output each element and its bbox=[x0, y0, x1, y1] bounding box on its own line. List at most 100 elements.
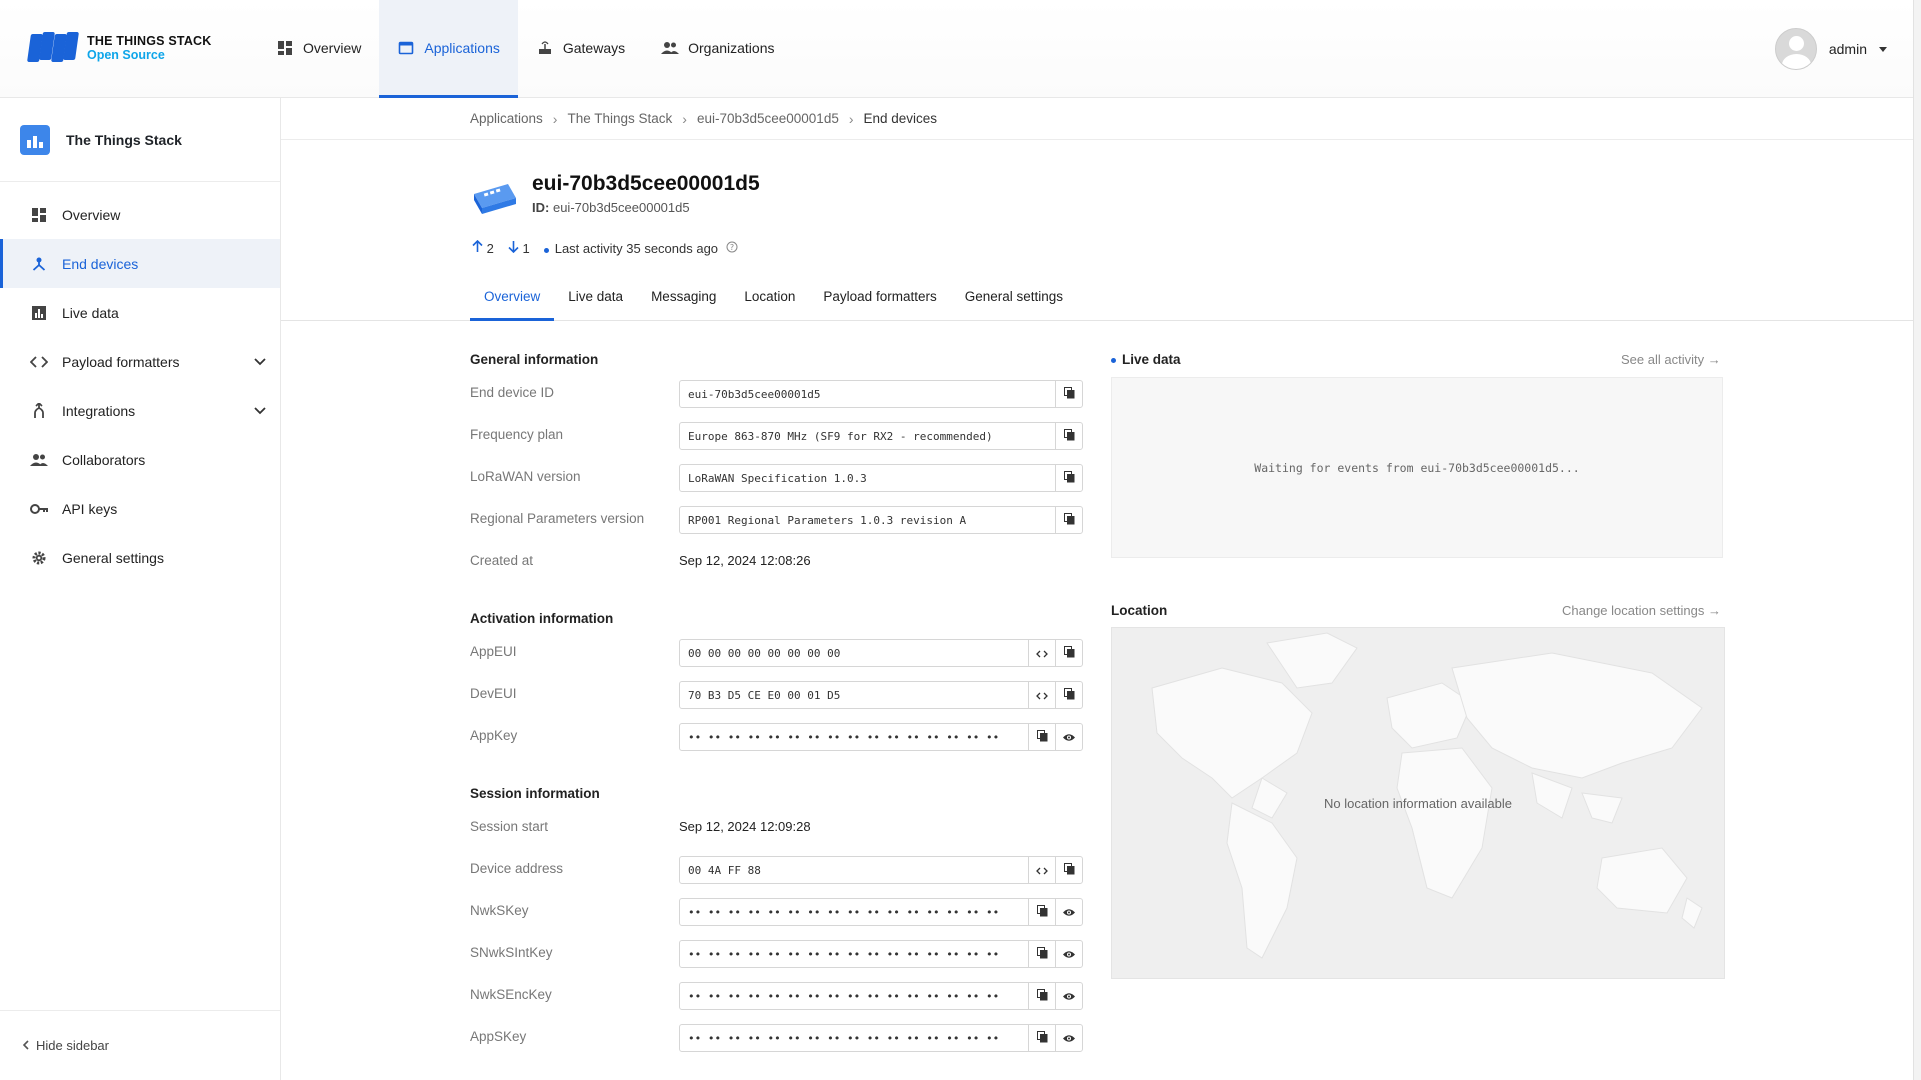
appkey-value[interactable]: •• •• •• •• •• •• •• •• •• •• •• •• •• •… bbox=[680, 724, 1028, 750]
change-location-settings-link[interactable]: Change location settings → bbox=[1562, 603, 1721, 618]
copy-button[interactable] bbox=[1055, 465, 1082, 491]
device-tabs: Overview Live data Messaging Location Pa… bbox=[281, 281, 1921, 321]
show-value-button[interactable] bbox=[1055, 1025, 1082, 1051]
lorawan-version-label: LoRaWAN version bbox=[470, 469, 581, 484]
show-value-button[interactable] bbox=[1055, 983, 1082, 1009]
bar-chart-icon bbox=[30, 304, 48, 322]
toggle-format-button[interactable] bbox=[1028, 857, 1055, 883]
deveui-value[interactable]: 70 B3 D5 CE E0 00 01 D5 bbox=[680, 682, 1028, 708]
deveui-field: 70 B3 D5 CE E0 00 01 D5 bbox=[679, 681, 1083, 709]
nwkskey-label: NwkSKey bbox=[470, 903, 529, 918]
toggle-format-button[interactable] bbox=[1028, 640, 1055, 666]
sidebar-item-label: Live data bbox=[62, 304, 119, 321]
lorawan-version-value[interactable]: LoRaWAN Specification 1.0.3 bbox=[680, 465, 1055, 491]
logo[interactable]: THE THINGS STACK Open Source bbox=[27, 30, 212, 66]
activation-information-title: Activation information bbox=[470, 611, 614, 626]
tab-live-data[interactable]: Live data bbox=[554, 281, 637, 321]
sidebar-header[interactable]: The Things Stack bbox=[0, 98, 280, 182]
show-value-button[interactable] bbox=[1055, 899, 1082, 925]
breadcrumb-application[interactable]: The Things Stack bbox=[567, 111, 672, 126]
code-icon bbox=[1036, 646, 1048, 661]
copy-icon bbox=[1063, 386, 1075, 402]
show-value-button[interactable] bbox=[1055, 941, 1082, 967]
downlink-count-value: 1 bbox=[522, 241, 530, 256]
frequency-plan-value[interactable]: Europe 863-870 MHz (SF9 for RX2 - recomm… bbox=[680, 423, 1055, 449]
topnav-organizations[interactable]: Organizations bbox=[643, 0, 792, 98]
avatar bbox=[1774, 28, 1817, 70]
topnav-organizations-label: Organizations bbox=[688, 39, 775, 56]
nwksenckey-field: •• •• •• •• •• •• •• •• •• •• •• •• •• •… bbox=[679, 982, 1083, 1010]
copy-button[interactable] bbox=[1055, 381, 1082, 407]
sidebar-item-label: API keys bbox=[62, 500, 118, 517]
regional-parameters-field: RP001 Regional Parameters 1.0.3 revision… bbox=[679, 506, 1083, 534]
topnav-applications[interactable]: Applications bbox=[379, 0, 518, 98]
show-value-button[interactable] bbox=[1055, 724, 1082, 750]
tab-payload-formatters[interactable]: Payload formatters bbox=[809, 281, 950, 321]
sidebar-item-api-keys[interactable]: API keys bbox=[0, 484, 280, 533]
copy-button[interactable] bbox=[1055, 857, 1082, 883]
user-menu[interactable]: admin bbox=[1774, 28, 1887, 70]
application-icon bbox=[20, 124, 50, 155]
end-device-icon bbox=[470, 178, 518, 218]
copy-icon bbox=[1036, 988, 1048, 1004]
tab-general-settings[interactable]: General settings bbox=[951, 281, 1077, 321]
appeui-value[interactable]: 00 00 00 00 00 00 00 00 bbox=[680, 640, 1028, 666]
chevron-right-icon: › bbox=[848, 110, 854, 127]
copy-button[interactable] bbox=[1055, 423, 1082, 449]
sidebar-item-end-devices[interactable]: End devices bbox=[0, 239, 280, 288]
location-title: Location bbox=[1111, 603, 1168, 618]
snwksintkey-value[interactable]: •• •• •• •• •• •• •• •• •• •• •• •• •• •… bbox=[680, 941, 1028, 967]
arrow-up-icon bbox=[472, 239, 483, 256]
copy-button[interactable] bbox=[1028, 983, 1055, 1009]
topnav-gateways-label: Gateways bbox=[562, 39, 626, 56]
copy-button[interactable] bbox=[1028, 1025, 1055, 1051]
sidebar-item-general-settings[interactable]: General settings bbox=[0, 533, 280, 582]
end-device-id-label: End device ID bbox=[470, 385, 555, 400]
copy-button[interactable] bbox=[1055, 682, 1082, 708]
device-id: ID: eui-70b3d5cee00001d5 bbox=[532, 200, 760, 215]
help-icon[interactable]: ? bbox=[726, 241, 738, 256]
sidebar-item-payload-formatters[interactable]: Payload formatters bbox=[0, 337, 280, 386]
session-information-title: Session information bbox=[470, 786, 600, 801]
live-data-panel: Waiting for events from eui-70b3d5cee000… bbox=[1111, 377, 1723, 558]
see-all-activity-link[interactable]: See all activity → bbox=[1621, 352, 1721, 367]
regional-parameters-value[interactable]: RP001 Regional Parameters 1.0.3 revision… bbox=[680, 507, 1055, 533]
sidebar-item-live-data[interactable]: Live data bbox=[0, 288, 280, 337]
scrollbar[interactable] bbox=[1913, 0, 1921, 1080]
sidebar-item-label: General settings bbox=[62, 549, 164, 566]
end-device-id-value[interactable]: eui-70b3d5cee00001d5 bbox=[680, 381, 1055, 407]
uplink-count-value: 2 bbox=[486, 241, 494, 256]
sidebar-item-integrations[interactable]: Integrations bbox=[0, 386, 280, 435]
copy-icon bbox=[1063, 512, 1075, 528]
device-stats: 2 1 Last activity 35 seconds ago ? bbox=[472, 239, 738, 256]
top-nav: Overview Applications Gateways Organizat… bbox=[258, 0, 793, 98]
tab-overview[interactable]: Overview bbox=[470, 281, 555, 321]
breadcrumb-applications[interactable]: Applications bbox=[470, 111, 543, 126]
topnav-gateways[interactable]: Gateways bbox=[518, 0, 643, 98]
snwksintkey-label: SNwkSIntKey bbox=[470, 945, 553, 960]
copy-button[interactable] bbox=[1028, 724, 1055, 750]
topnav-applications-label: Applications bbox=[424, 39, 500, 56]
topnav-overview[interactable]: Overview bbox=[258, 0, 379, 98]
live-dot-icon bbox=[1111, 357, 1116, 363]
device-address-value[interactable]: 00 4A FF 88 bbox=[680, 857, 1028, 883]
copy-button[interactable] bbox=[1028, 941, 1055, 967]
live-data-title-text: Live data bbox=[1122, 352, 1181, 367]
copy-button[interactable] bbox=[1028, 899, 1055, 925]
tab-messaging[interactable]: Messaging bbox=[637, 281, 730, 321]
toggle-format-button[interactable] bbox=[1028, 682, 1055, 708]
sidebar-item-overview[interactable]: Overview bbox=[0, 190, 280, 239]
copy-button[interactable] bbox=[1055, 507, 1082, 533]
chevron-down-icon bbox=[254, 353, 266, 369]
general-information-title: General information bbox=[470, 352, 599, 367]
nwksenckey-value[interactable]: •• •• •• •• •• •• •• •• •• •• •• •• •• •… bbox=[680, 983, 1028, 1009]
tab-location[interactable]: Location bbox=[730, 281, 809, 321]
copy-button[interactable] bbox=[1055, 640, 1082, 666]
appskey-value[interactable]: •• •• •• •• •• •• •• •• •• •• •• •• •• •… bbox=[680, 1025, 1028, 1051]
breadcrumb-device[interactable]: eui-70b3d5cee00001d5 bbox=[697, 111, 839, 126]
topnav-overview-label: Overview bbox=[303, 39, 362, 56]
hide-sidebar-button[interactable]: Hide sidebar bbox=[0, 1010, 280, 1080]
chevron-right-icon: › bbox=[552, 110, 558, 127]
sidebar-item-collaborators[interactable]: Collaborators bbox=[0, 435, 280, 484]
nwkskey-value[interactable]: •• •• •• •• •• •• •• •• •• •• •• •• •• •… bbox=[680, 899, 1028, 925]
